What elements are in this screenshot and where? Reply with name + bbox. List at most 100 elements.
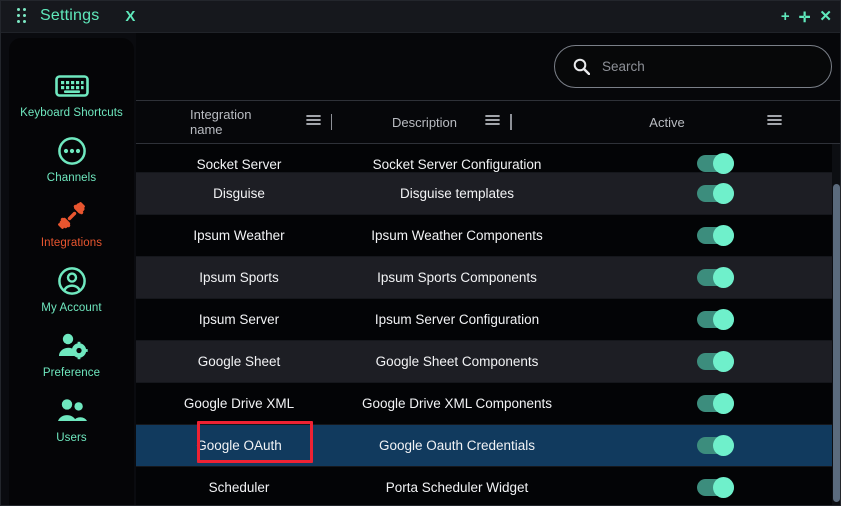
cell-description: Ipsum Sports Components <box>377 270 537 285</box>
window-title: Settings <box>40 7 100 24</box>
cell-description: Socket Server Configuration <box>372 157 542 172</box>
toggle-knob <box>713 153 734 174</box>
active-toggle[interactable] <box>697 309 734 330</box>
cell-integration-name: Ipsum Weather <box>193 228 285 243</box>
toggle-knob <box>713 435 734 456</box>
table-row[interactable]: Scheduler Porta Scheduler Widget <box>136 467 841 506</box>
table-row[interactable]: Google Sheet Google Sheet Components <box>136 341 841 383</box>
vertical-scrollbar[interactable] <box>832 144 841 506</box>
sidebar-item-label: Channels <box>46 172 97 184</box>
table-row[interactable]: Google OAuth Google Oauth Credentials <box>136 425 841 467</box>
sidebar: Keyboard Shortcuts Channels Integrations… <box>9 38 134 506</box>
users-icon <box>56 394 88 428</box>
cell-active <box>572 225 841 246</box>
sidebar-item-label: Preference <box>42 367 101 379</box>
cell-active <box>572 393 841 414</box>
sidebar-item-channels[interactable]: Channels <box>9 125 134 190</box>
column-divider <box>330 114 332 130</box>
active-toggle[interactable] <box>697 267 734 288</box>
drag-handle-icon[interactable] <box>17 8 31 24</box>
column-header-description[interactable]: Description <box>342 101 572 144</box>
table-body: Socket Server Socket Server Configuration… <box>136 144 841 506</box>
active-toggle[interactable] <box>697 477 734 498</box>
user-circle-icon <box>57 264 87 298</box>
cell-integration-name: Scheduler <box>208 480 270 495</box>
column-header-integration-name[interactable]: Integration name <box>136 101 342 144</box>
cell-active <box>572 351 841 372</box>
settings-window: Settings X + ✛ ✕ Keyboard Shortcuts Chan… <box>0 0 841 506</box>
integrations-plug-icon <box>56 199 88 233</box>
sidebar-item-label: My Account <box>41 302 102 314</box>
cell-integration-name: Google OAuth <box>196 438 282 453</box>
column-label: Description <box>391 114 458 130</box>
sidebar-item-keyboard-shortcuts[interactable]: Keyboard Shortcuts <box>9 60 134 125</box>
cell-description: Porta Scheduler Widget <box>385 480 529 495</box>
active-toggle[interactable] <box>697 351 734 372</box>
cell-active <box>572 309 841 330</box>
preference-gear-icon <box>56 329 88 363</box>
toggle-knob <box>713 393 734 414</box>
cell-integration-name: Socket Server <box>196 157 282 172</box>
cell-integration-name: Disguise <box>213 186 265 201</box>
search-input[interactable]: Search <box>554 45 832 88</box>
active-toggle[interactable] <box>697 153 734 174</box>
window-titlebar: Settings X + ✛ ✕ <box>0 0 841 33</box>
cell-integration-name: Google Drive XML <box>183 396 295 411</box>
toggle-knob <box>713 183 734 204</box>
active-toggle[interactable] <box>697 435 734 456</box>
hamburger-icon[interactable] <box>305 113 321 131</box>
tab-close-button[interactable]: X <box>125 8 135 25</box>
cell-active <box>572 267 841 288</box>
column-divider <box>510 114 513 130</box>
toggle-knob <box>713 225 734 246</box>
column-label: Active <box>649 114 685 130</box>
cell-description: Ipsum Weather Components <box>371 228 543 243</box>
close-icon[interactable]: ✕ <box>819 9 832 24</box>
toggle-knob <box>713 309 734 330</box>
table-row[interactable]: Ipsum Sports Ipsum Sports Components <box>136 257 841 299</box>
toggle-knob <box>713 267 734 288</box>
hamburger-icon[interactable] <box>766 113 782 131</box>
hamburger-icon[interactable] <box>485 113 500 131</box>
window-controls: + ✛ ✕ <box>781 0 832 33</box>
sidebar-item-integrations[interactable]: Integrations <box>9 190 134 255</box>
active-toggle[interactable] <box>697 225 734 246</box>
cell-integration-name: Google Sheet <box>197 354 281 369</box>
column-header-active[interactable]: Active <box>572 101 841 144</box>
sidebar-item-users[interactable]: Users <box>9 385 134 450</box>
cell-description: Ipsum Server Configuration <box>374 312 540 327</box>
table-row[interactable]: Ipsum Server Ipsum Server Configuration <box>136 299 841 341</box>
scrollbar-thumb[interactable] <box>833 184 840 502</box>
active-toggle[interactable] <box>697 183 734 204</box>
table-row[interactable]: Google Drive XML Google Drive XML Compone… <box>136 383 841 425</box>
column-label: Integration name <box>190 107 252 137</box>
table-row[interactable]: Ipsum Weather Ipsum Weather Components <box>136 215 841 257</box>
move-icon[interactable]: ✛ <box>799 10 811 24</box>
table-header: Integration name Description Active <box>136 101 841 144</box>
cell-description: Disguise templates <box>399 186 515 201</box>
cell-integration-name: Ipsum Sports <box>199 270 279 285</box>
cell-description: Google Sheet Components <box>375 354 539 369</box>
sidebar-item-label: Integrations <box>40 237 103 249</box>
toggle-knob <box>713 351 734 372</box>
table-row[interactable]: Socket Server Socket Server Configuration <box>136 144 841 174</box>
cell-description: Google Drive XML Components <box>361 396 553 411</box>
channels-icon <box>57 134 87 168</box>
search-row: Search <box>136 33 841 101</box>
toggle-knob <box>713 477 734 498</box>
main-panel: Search Integration name Description Acti… <box>136 33 841 506</box>
add-icon[interactable]: + <box>781 9 790 24</box>
search-icon <box>573 58 591 76</box>
cell-description: Google Oauth Credentials <box>378 438 536 453</box>
search-placeholder: Search <box>602 59 645 74</box>
cell-integration-name: Ipsum Server <box>198 312 280 327</box>
sidebar-item-label: Users <box>56 432 87 444</box>
sidebar-item-label: Keyboard Shortcuts <box>20 107 123 119</box>
cell-active <box>572 153 841 174</box>
table-row[interactable]: Disguise Disguise templates <box>136 173 841 215</box>
sidebar-item-my-account[interactable]: My Account <box>9 255 134 320</box>
sidebar-item-preference[interactable]: Preference <box>9 320 134 385</box>
active-toggle[interactable] <box>697 393 734 414</box>
cell-active <box>572 477 841 498</box>
cell-active <box>572 183 841 204</box>
